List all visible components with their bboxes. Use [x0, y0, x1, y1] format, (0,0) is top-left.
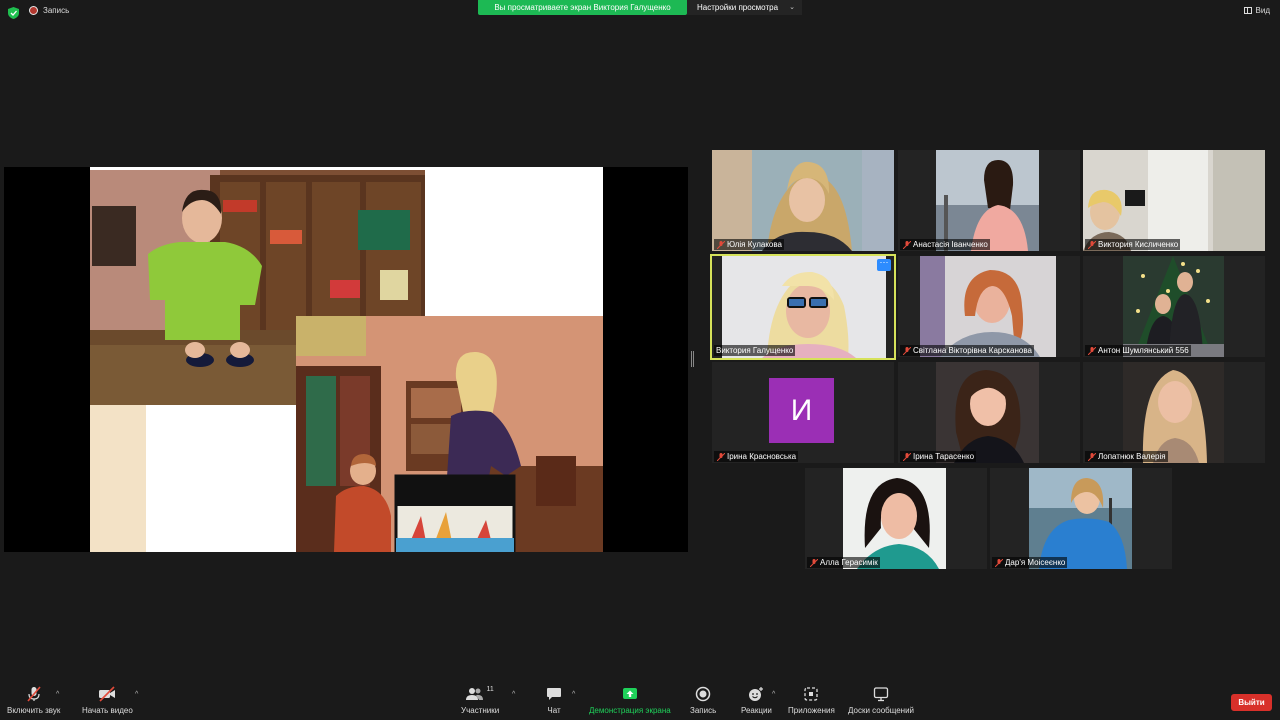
participant-tile[interactable]: Антон Шумлянський 556 [1083, 256, 1265, 357]
record-icon [29, 6, 38, 15]
participant-video [1083, 150, 1265, 251]
mic-muted-icon [717, 453, 725, 461]
audio-options-caret[interactable]: ^ [56, 691, 59, 698]
slide-photo-teacher [296, 316, 603, 552]
chat-label: Чат [547, 706, 561, 715]
start-video-label: Начать видео [82, 706, 133, 715]
share-screen-button[interactable]: Демонстрация экрана [589, 686, 671, 715]
view-layout-icon [1243, 7, 1252, 14]
reactions-options-caret[interactable]: ^ [772, 691, 775, 698]
participant-tile[interactable]: Юлія Кулакова [712, 150, 894, 251]
recording-label: Запись [43, 6, 70, 15]
view-options-label: Настройки просмотра [697, 3, 779, 12]
participant-tile[interactable]: Лопатнюк Валерія [1083, 362, 1265, 463]
participant-tile[interactable]: Ірина Тарасенко [898, 362, 1080, 463]
mic-muted-icon [1088, 453, 1096, 461]
unmute-label: Включить звук [7, 706, 61, 715]
whiteboard-icon [873, 687, 889, 702]
mic-muted-icon [810, 559, 818, 567]
slide-beige-strip [90, 403, 146, 552]
view-label: Вид [1255, 6, 1270, 15]
shield-icon[interactable] [8, 7, 19, 19]
participant-tile[interactable]: Дар'я Моісеєнко [990, 468, 1172, 569]
participant-tile[interactable]: Світлана Вікторівна Карсканова [898, 256, 1080, 357]
recording-indicator[interactable]: Запись [29, 6, 69, 15]
participant-name: Юлія Кулакова [714, 239, 784, 250]
chat-button[interactable]: Чат [546, 686, 562, 715]
splitter-handle[interactable] [691, 351, 694, 367]
participant-tile-active-speaker[interactable]: ··· Виктория Галущенко [710, 254, 896, 360]
apps-button[interactable]: Приложения [788, 686, 835, 715]
mic-muted-icon [903, 453, 911, 461]
reactions-label: Реакции [741, 706, 772, 715]
record-button[interactable]: Запись [690, 686, 716, 715]
participant-video [843, 468, 946, 569]
more-options-button[interactable]: ··· [877, 258, 891, 271]
mic-muted-icon [995, 559, 1003, 567]
whiteboards-label: Доски сообщений [848, 706, 915, 715]
whiteboards-button[interactable]: Доски сообщений [848, 686, 914, 715]
apps-label: Приложения [788, 706, 835, 715]
participant-name: Ірина Красновська [714, 451, 799, 462]
participant-video [936, 362, 1039, 463]
participant-tile[interactable]: Алла Герасимік [805, 468, 987, 569]
reactions-icon [749, 687, 764, 701]
leave-button[interactable]: Выйти [1231, 694, 1272, 711]
screen-share-banner: Вы просматриваете экран Виктория Галущен… [478, 0, 687, 15]
mic-muted-icon [903, 347, 911, 355]
participant-video [936, 150, 1039, 251]
view-button[interactable]: Вид [1243, 6, 1270, 15]
participant-name: Антон Шумлянський 556 [1085, 345, 1191, 356]
meeting-toolbar: Включить звук ^ Начать видео ^ 11 Участн… [0, 681, 1280, 720]
start-video-button[interactable]: Начать видео [82, 686, 133, 715]
participant-video [920, 256, 1056, 357]
mic-muted-icon [1088, 347, 1096, 355]
mic-muted-icon [903, 241, 911, 249]
record-label: Запись [690, 706, 717, 715]
participants-count: 11 [486, 686, 494, 693]
participant-tile[interactable]: И Ірина Красновська [712, 362, 894, 463]
mic-muted-icon [717, 241, 725, 249]
participant-name: Виктория Галущенко [714, 345, 796, 356]
mic-muted-icon [27, 686, 41, 702]
participants-icon [466, 688, 484, 700]
record-icon [695, 686, 711, 702]
participants-button[interactable]: 11 Участники [461, 686, 499, 715]
reactions-button[interactable]: Реакции [741, 686, 772, 715]
participant-video [722, 256, 886, 358]
participant-name: Виктория Кисличенко [1085, 239, 1181, 250]
view-options-button[interactable]: Настройки просмотра ⌄ [687, 0, 802, 15]
presentation-slide [90, 167, 603, 552]
participant-video [1029, 468, 1132, 569]
chat-icon [547, 688, 561, 700]
chevron-down-icon: ⌄ [789, 4, 795, 11]
participant-video [712, 150, 894, 251]
participant-name: Анастасія Іванченко [900, 239, 990, 250]
participant-name: Ірина Тарасенко [900, 451, 977, 462]
participants-label: Участники [461, 706, 500, 715]
mic-muted-icon [1088, 241, 1096, 249]
video-options-caret[interactable]: ^ [135, 691, 138, 698]
participant-video [1123, 256, 1224, 357]
share-screen-icon [622, 688, 637, 699]
participants-options-caret[interactable]: ^ [512, 691, 515, 698]
shared-screen[interactable] [4, 167, 688, 552]
participant-tile[interactable]: Анастасія Іванченко [898, 150, 1080, 251]
chat-options-caret[interactable]: ^ [572, 691, 575, 698]
share-screen-label: Демонстрация экрана [589, 706, 671, 715]
unmute-button[interactable]: Включить звук [7, 686, 60, 715]
participant-video [1123, 362, 1224, 463]
avatar: И [769, 378, 834, 443]
participant-name: Лопатнюк Валерія [1085, 451, 1168, 462]
participant-name: Світлана Вікторівна Карсканова [900, 345, 1034, 356]
participant-name: Дар'я Моісеєнко [992, 557, 1068, 568]
top-bar: Запись Вы просматриваете экран Виктория … [0, 0, 1280, 26]
video-off-icon [99, 686, 116, 702]
participant-tile[interactable]: Виктория Кисличенко [1083, 150, 1265, 251]
participant-name: Алла Герасимік [807, 557, 880, 568]
apps-icon [804, 687, 819, 701]
